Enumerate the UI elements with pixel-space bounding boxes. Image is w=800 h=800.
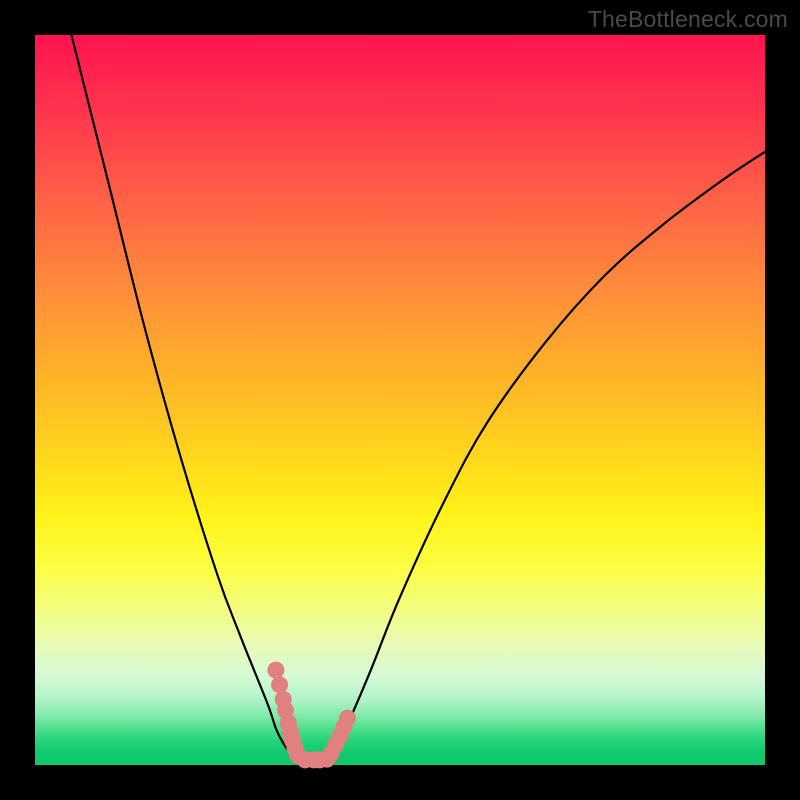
- chart-stage: TheBottleneck.com: [0, 0, 800, 800]
- curve-right: [327, 152, 765, 762]
- highlight-dot: [339, 710, 356, 727]
- watermark-text: TheBottleneck.com: [588, 6, 788, 33]
- highlight-dots: [267, 662, 356, 769]
- chart-overlay: [35, 35, 765, 765]
- highlight-dot: [267, 662, 284, 679]
- highlight-dot: [271, 676, 288, 693]
- curve-left: [72, 35, 298, 761]
